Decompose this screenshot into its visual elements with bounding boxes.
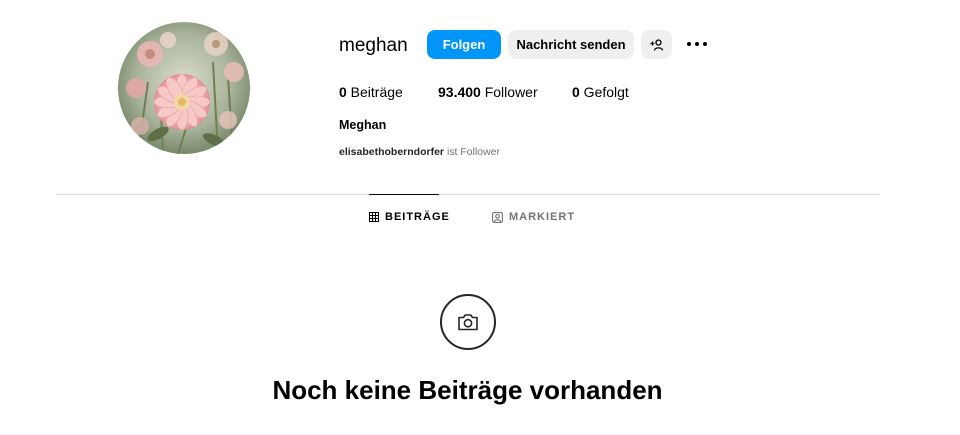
profile-page: meghan Folgen Nachricht senden 0 Beiträg…: [0, 0, 960, 435]
followed-by-suffix: ist Follower: [444, 146, 501, 158]
following-count: 0: [572, 84, 580, 100]
dahlia-avatar-image: [118, 22, 250, 154]
empty-state-camera: [440, 294, 496, 350]
profile-avatar[interactable]: [118, 22, 250, 154]
followers-label: Follower: [480, 84, 538, 100]
profile-divider: [56, 194, 880, 195]
suggest-similar-button[interactable]: [641, 30, 672, 59]
posts-label: Beiträge: [346, 84, 403, 100]
tab-posts[interactable]: BEITRÄGE: [369, 194, 450, 239]
send-message-button[interactable]: Nachricht senden: [508, 30, 634, 59]
followed-by-text[interactable]: elisabethoberndorfer ist Follower: [339, 145, 500, 159]
followers-count-stat[interactable]: 93.400 Follower: [438, 83, 538, 101]
tagged-user-icon: [492, 211, 503, 223]
more-horizontal-icon: [687, 42, 691, 46]
more-dot: [695, 42, 699, 46]
grid-icon: [369, 212, 379, 222]
tab-tagged[interactable]: MARKIERT: [492, 195, 575, 239]
followers-count: 93.400: [438, 84, 481, 100]
posts-count: 0: [339, 84, 347, 100]
posts-count-stat: 0 Beiträge: [339, 83, 403, 101]
follow-button[interactable]: Folgen: [427, 30, 501, 59]
more-dot: [703, 42, 707, 46]
tab-posts-label: BEITRÄGE: [385, 211, 450, 223]
camera-icon: [458, 314, 478, 331]
add-person-icon: [650, 38, 663, 51]
profile-username: meghan: [339, 35, 408, 56]
followed-by-username: elisabethoberndorfer: [339, 146, 445, 158]
profile-full-name: Meghan: [339, 118, 387, 132]
empty-state-title: Noch keine Beiträge vorhanden: [272, 375, 663, 405]
more-options-button[interactable]: [684, 33, 710, 55]
tab-tagged-label: MARKIERT: [509, 211, 576, 223]
following-label: Gefolgt: [579, 84, 629, 100]
following-count-stat[interactable]: 0 Gefolgt: [572, 83, 629, 101]
